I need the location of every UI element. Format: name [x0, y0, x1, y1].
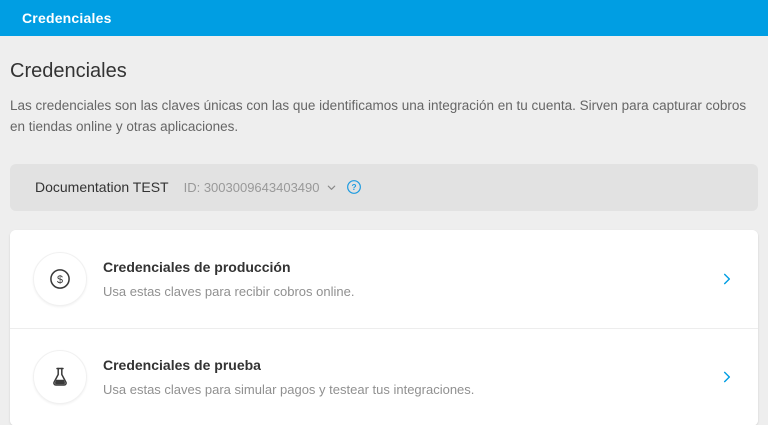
application-selector[interactable]: Documentation TEST ID: 3003009643403490 …	[10, 164, 758, 211]
credentials-card-list: $ Credenciales de producción Usa estas c…	[10, 230, 758, 425]
test-credentials-row[interactable]: Credenciales de prueba Usa estas claves …	[10, 328, 758, 425]
page-description: Las credenciales son las claves únicas c…	[10, 96, 758, 138]
application-id: ID: 3003009643403490	[184, 180, 320, 195]
card-description: Usa estas claves para recibir cobros onl…	[103, 284, 720, 299]
appbar-title: Credenciales	[22, 10, 112, 26]
production-credentials-row[interactable]: $ Credenciales de producción Usa estas c…	[10, 230, 758, 328]
application-name: Documentation TEST	[35, 179, 169, 195]
app-header: Credenciales	[0, 0, 768, 36]
page-title: Credenciales	[10, 60, 758, 83]
svg-text:?: ?	[351, 182, 356, 192]
dollar-circle-icon: $	[33, 252, 87, 306]
help-circle-icon[interactable]: ?	[346, 179, 362, 195]
main-content: Credenciales Las credenciales son las cl…	[0, 60, 768, 425]
card-text: Credenciales de prueba Usa estas claves …	[103, 357, 720, 397]
card-text: Credenciales de producción Usa estas cla…	[103, 259, 720, 299]
card-description: Usa estas claves para simular pagos y te…	[103, 382, 720, 397]
chevron-right-icon[interactable]	[720, 272, 734, 286]
chevron-down-icon[interactable]	[326, 182, 337, 193]
flask-icon	[33, 350, 87, 404]
card-title: Credenciales de prueba	[103, 357, 720, 373]
svg-text:$: $	[57, 274, 63, 286]
card-title: Credenciales de producción	[103, 259, 720, 275]
chevron-right-icon[interactable]	[720, 370, 734, 384]
